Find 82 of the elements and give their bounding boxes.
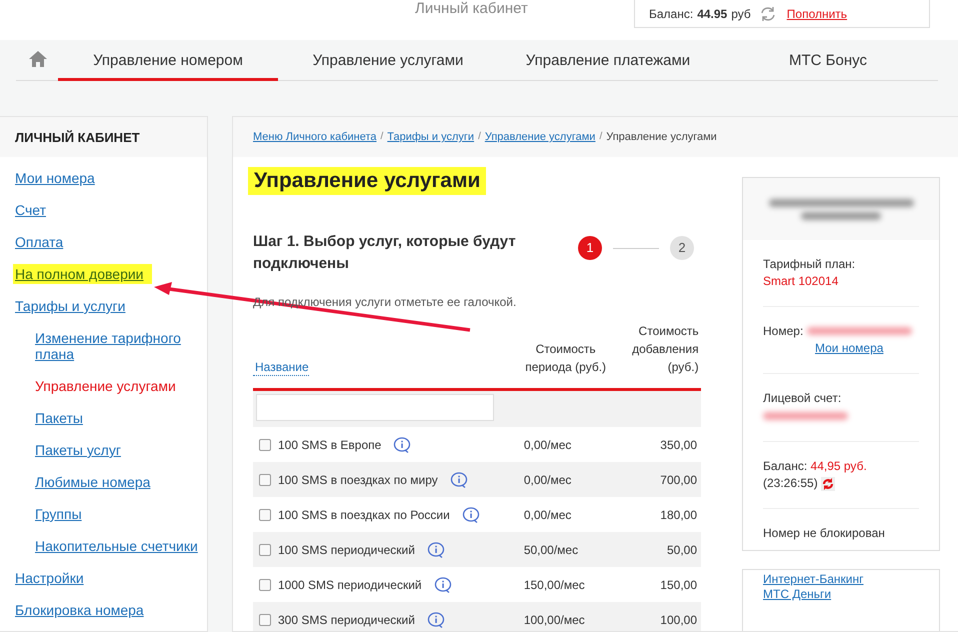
- table-cell-text: 0,00/мес: [522, 438, 572, 452]
- nav-tab[interactable]: Управление платежами: [498, 40, 718, 81]
- sidebar-link[interactable]: Группы: [35, 506, 205, 522]
- checkbox[interactable]: [259, 614, 271, 626]
- nav-tab[interactable]: МТС Бонус: [718, 40, 938, 81]
- service-name: 100 SMS в поездках по России: [278, 508, 450, 522]
- table-cell-text: 150,00: [659, 578, 698, 592]
- sidebar-link[interactable]: Настройки: [15, 570, 84, 586]
- sidebar-link[interactable]: Оплата: [15, 234, 64, 250]
- breadcrumb-link[interactable]: Управление услугами: [484, 131, 596, 157]
- page-header-title: Личный кабинет: [415, 0, 528, 17]
- filter-field[interactable]: [256, 394, 494, 421]
- step-indicator: 2: [670, 236, 694, 260]
- account-label: Лицевой счет:: [763, 390, 842, 407]
- refresh-icon[interactable]: [820, 476, 835, 491]
- info-icon[interactable]: [426, 612, 445, 628]
- table-cell-text: 100,00: [659, 612, 698, 626]
- sidebar-link[interactable]: На полном доверии: [13, 264, 152, 284]
- balance-amount: 44,95 руб.: [810, 459, 867, 473]
- table-cell-text: 50,00/мес: [522, 542, 580, 556]
- checkbox[interactable]: [259, 544, 271, 556]
- service-name: 100 SMS в поездках по миру: [278, 472, 438, 486]
- refresh-icon[interactable]: [758, 6, 777, 22]
- sort-column-header[interactable]: Название: [253, 360, 309, 376]
- sidebar-link[interactable]: Пакеты услуг: [35, 442, 205, 458]
- column-header: Стоимость периода (руб.): [524, 341, 608, 376]
- breadcrumb-separator: /: [380, 131, 384, 144]
- sidebar-link[interactable]: Любимые номера: [35, 474, 205, 490]
- table-cell-text: 0,00/мес: [522, 472, 572, 486]
- service-name: 100 SMS в Европе: [278, 438, 382, 452]
- table-cell-text: 50,00: [666, 542, 698, 556]
- sidebar-link[interactable]: Блокировка номера: [15, 602, 144, 618]
- table-cell-text: 0,00/мес: [522, 508, 572, 522]
- info-icon[interactable]: [462, 506, 480, 522]
- table-cell-text: 350,00: [659, 438, 698, 452]
- service-name: 1000 SMS периодический: [278, 578, 422, 592]
- checkbox[interactable]: [259, 578, 271, 590]
- nav-tab[interactable]: Управление номером: [58, 40, 278, 81]
- nav-tab[interactable]: Управление услугами: [278, 40, 498, 81]
- breadcrumb-current: Управление услугами: [606, 131, 717, 145]
- currency-label: руб: [731, 6, 751, 20]
- balance-label: Баланс:: [763, 459, 808, 473]
- sidebar-link[interactable]: Мои номера: [15, 170, 95, 186]
- sidebar-link[interactable]: Пакеты: [35, 410, 205, 426]
- balance-amount: 44.95: [697, 6, 728, 20]
- breadcrumb-link[interactable]: Меню Личного кабинета: [253, 131, 376, 157]
- info-icon[interactable]: [434, 576, 452, 592]
- balance-label: Баланс:: [649, 6, 694, 20]
- table-cell-text: 150,00/мес: [522, 578, 586, 592]
- sidebar-link[interactable]: Управление услугами: [35, 378, 205, 394]
- balance-time: (23:26:55): [763, 475, 818, 492]
- block-status: Номер не блокирован: [763, 526, 885, 540]
- breadcrumb-separator: /: [599, 131, 602, 144]
- tariff-label: Тарифный план:: [763, 257, 856, 271]
- sidebar-link[interactable]: Счет: [15, 202, 46, 218]
- tariff-value: Smart 102014: [763, 273, 840, 290]
- step-title: Шаг 1. Выбор услуг, которые будут подключены: [252, 232, 517, 274]
- checkbox[interactable]: [259, 474, 271, 486]
- table-cell-text: 700,00: [659, 472, 698, 486]
- step-indicator: 1: [578, 236, 602, 260]
- sidebar-link[interactable]: Тарифы и услуги: [15, 298, 126, 314]
- info-icon[interactable]: [426, 542, 445, 558]
- top-up-link[interactable]: Пополнить: [786, 6, 848, 20]
- page-title: Управление услугами: [248, 167, 486, 195]
- checkbox[interactable]: [259, 438, 271, 450]
- banking-link[interactable]: Интернет-Банкинг МТС Деньги: [763, 572, 878, 602]
- table-cell-text: 180,00: [659, 508, 698, 522]
- info-icon[interactable]: [450, 472, 468, 488]
- info-icon[interactable]: [393, 436, 412, 452]
- breadcrumb-link[interactable]: Тарифы и услуги: [387, 131, 474, 157]
- column-header: Стоимость добавления (руб.): [631, 323, 699, 376]
- sidebar-title: ЛИЧНЫЙ КАБИНЕТ: [0, 117, 207, 157]
- sidebar-link[interactable]: Изменение тарифного плана: [35, 330, 205, 362]
- home-icon[interactable]: [28, 50, 48, 68]
- table-cell-text: 100,00/мес: [522, 612, 586, 626]
- service-name: 100 SMS периодический: [278, 542, 415, 556]
- breadcrumb-separator: /: [478, 131, 481, 144]
- sidebar-link[interactable]: Накопительные счетчики: [35, 538, 205, 554]
- service-name: 300 SMS периодический: [278, 612, 415, 626]
- checkbox[interactable]: [259, 508, 271, 520]
- number-label: Номер:: [763, 324, 804, 338]
- my-numbers-link[interactable]: Мои номера: [815, 340, 919, 357]
